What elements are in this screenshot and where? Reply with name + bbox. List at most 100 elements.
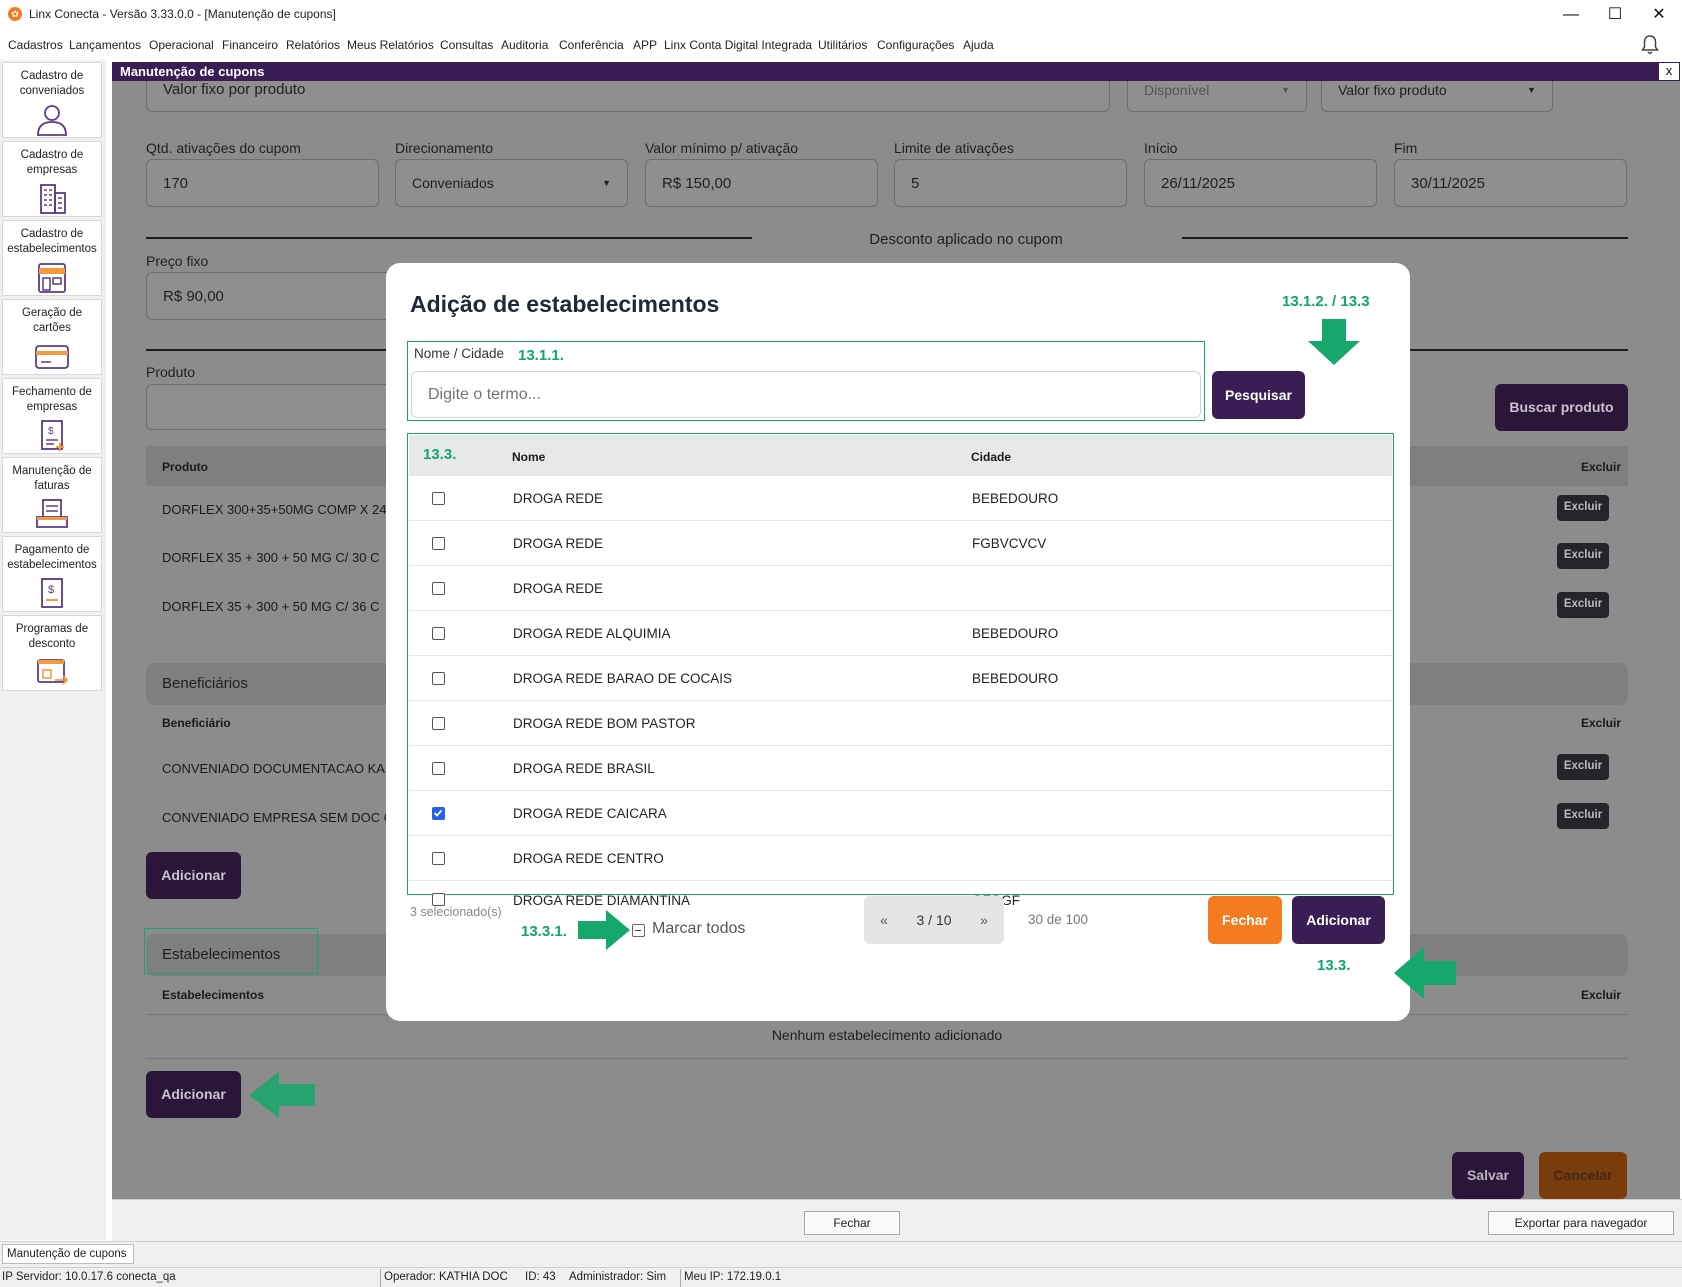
exportar-navegador-button[interactable]: Exportar para navegador bbox=[1488, 1211, 1674, 1235]
fim-label: Fim bbox=[1394, 140, 1418, 156]
empty-estabelecimentos-message: Nenhum estabelecimento adicionado bbox=[771, 1027, 1003, 1043]
menu-financeiro[interactable]: Financeiro bbox=[222, 38, 278, 52]
menu-meus-relatorios[interactable]: Meus Relatórios bbox=[347, 38, 434, 52]
beneficiario-row-name: CONVENIADO DOCUMENTACAO KA bbox=[162, 761, 385, 776]
annotation-label: 13.3. bbox=[1317, 957, 1351, 974]
row-nome: DROGA REDE bbox=[513, 491, 604, 506]
row-checkbox[interactable] bbox=[432, 762, 445, 775]
row-nome: DROGA REDE BARAO DE COCAIS bbox=[513, 671, 733, 686]
delete-product-button[interactable]: Excluir bbox=[1557, 592, 1609, 618]
direcionamento-select[interactable]: Conveniados ▼ bbox=[395, 159, 628, 207]
salvar-button[interactable]: Salvar bbox=[1452, 1152, 1524, 1199]
fechar-window-button[interactable]: Fechar bbox=[804, 1211, 900, 1235]
selected-count: 3 selecionado(s) bbox=[410, 905, 502, 919]
menu-bar: Cadastros Lançamentos Operacional Financ… bbox=[0, 30, 1682, 60]
divider bbox=[1182, 237, 1628, 239]
table-row[interactable]: DROGA REDE BEBEDOURO bbox=[409, 475, 1392, 520]
building-icon bbox=[40, 184, 66, 214]
menu-configuracoes[interactable]: Configurações bbox=[877, 38, 954, 52]
sidebar-item-label: Cadastro de conveniados bbox=[19, 70, 85, 97]
fim-date-field[interactable]: 30/11/2025 bbox=[1394, 159, 1627, 207]
menu-consultas[interactable]: Consultas bbox=[440, 38, 493, 52]
delete-beneficiario-button[interactable]: Excluir bbox=[1557, 754, 1609, 780]
pager-total: 30 de 100 bbox=[1028, 912, 1089, 927]
desconto-section-title: Desconto aplicado no cupom bbox=[869, 231, 1063, 248]
product-row-name: DORFLEX 300+35+50MG COMP X 24 bbox=[162, 502, 387, 517]
discount-type-select[interactable]: Valor fixo produto ▼ bbox=[1321, 81, 1553, 112]
valor-minimo-field[interactable]: R$ 150,00 bbox=[645, 159, 878, 207]
menu-lancamentos[interactable]: Lançamentos bbox=[69, 38, 141, 52]
row-checkbox[interactable] bbox=[432, 672, 445, 685]
table-row[interactable]: DROGA REDE BRASIL bbox=[409, 745, 1392, 790]
row-checkbox[interactable] bbox=[432, 852, 445, 865]
row-checkbox[interactable] bbox=[432, 582, 445, 595]
sidebar-item-programas-desconto[interactable]: Programas de desconto bbox=[2, 615, 102, 691]
table-row[interactable]: DROGA REDE DIAMANTINAGFGGF bbox=[409, 880, 1392, 908]
sidebar-item-fechamento-empresas[interactable]: Fechamento de empresas $ bbox=[2, 378, 102, 454]
limite-field[interactable]: 5 bbox=[894, 159, 1127, 207]
search-input[interactable] bbox=[411, 371, 1201, 418]
status-select[interactable]: Disponível ▼ bbox=[1127, 81, 1307, 112]
sidebar-item-pagamento-estabelecimentos[interactable]: Pagamento de estabelecimentos $ bbox=[2, 536, 102, 612]
row-checkbox[interactable] bbox=[432, 627, 445, 640]
minimize-button[interactable]: — bbox=[1548, 0, 1594, 30]
sidebar-item-geracao-cartoes[interactable]: Geração de cartões bbox=[2, 299, 102, 375]
tab-manutencao-cupons[interactable]: Manutenção de cupons bbox=[2, 1244, 134, 1264]
menu-relatorios[interactable]: Relatórios bbox=[286, 38, 340, 52]
table-row[interactable]: DROGA REDE BOM PASTOR bbox=[409, 700, 1392, 745]
bell-icon[interactable] bbox=[1640, 34, 1660, 56]
pager-next-button[interactable]: » bbox=[964, 896, 1004, 944]
invoice-tray-icon bbox=[36, 499, 68, 528]
sidebar-item-empresas[interactable]: Cadastro de empresas bbox=[2, 141, 102, 217]
menu-cadastros[interactable]: Cadastros bbox=[8, 38, 63, 52]
buscar-produto-button[interactable]: Buscar produto bbox=[1495, 384, 1628, 431]
pesquisar-button[interactable]: Pesquisar bbox=[1212, 371, 1305, 419]
menu-utilitarios[interactable]: Utilitários bbox=[818, 38, 867, 52]
row-checkbox[interactable] bbox=[432, 537, 445, 550]
product-excluir-header: Excluir bbox=[1581, 460, 1622, 474]
menu-conferencia[interactable]: Conferência bbox=[559, 38, 624, 52]
delete-beneficiario-button[interactable]: Excluir bbox=[1557, 803, 1609, 829]
menu-ajuda[interactable]: Ajuda bbox=[963, 38, 994, 52]
delete-product-button[interactable]: Excluir bbox=[1557, 543, 1609, 569]
table-row[interactable]: DROGA REDE CAICARA bbox=[409, 790, 1392, 835]
table-row[interactable]: DROGA REDE bbox=[409, 565, 1392, 610]
inicio-date-field[interactable]: 26/11/2025 bbox=[1144, 159, 1377, 207]
window-tabs: Manutenção de cupons bbox=[0, 1241, 1682, 1267]
qtd-label: Qtd. ativações do cupom bbox=[146, 140, 301, 156]
qtd-field[interactable]: 170 bbox=[146, 159, 379, 207]
table-row[interactable]: DROGA REDE BARAO DE COCAIS BEBEDOURO bbox=[409, 655, 1392, 700]
menu-app[interactable]: APP bbox=[633, 38, 657, 52]
add-estabelecimento-button[interactable]: Adicionar bbox=[146, 1071, 241, 1118]
row-nome: DROGA REDE CAICARA bbox=[513, 806, 667, 821]
maximize-button[interactable]: ☐ bbox=[1592, 0, 1638, 30]
mdi-close-button[interactable]: x bbox=[1658, 62, 1680, 81]
row-checkbox[interactable] bbox=[432, 492, 445, 505]
add-beneficiario-button[interactable]: Adicionar bbox=[146, 852, 241, 899]
coupon-type-field[interactable]: Valor fixo por produto bbox=[146, 81, 1110, 112]
table-row[interactable]: DROGA REDE CENTRO bbox=[409, 835, 1392, 880]
row-nome: DROGA REDE BRASIL bbox=[513, 761, 655, 776]
mark-all-label[interactable]: Marcar todos bbox=[652, 920, 745, 938]
cancelar-button[interactable]: Cancelar bbox=[1539, 1152, 1627, 1199]
menu-operacional[interactable]: Operacional bbox=[149, 38, 214, 52]
store-icon bbox=[38, 263, 66, 293]
left-toolbar: Cadastro de conveniados Cadastro de empr… bbox=[0, 60, 106, 1240]
close-window-button[interactable]: ✕ bbox=[1636, 0, 1682, 30]
table-row[interactable]: DROGA REDE FGBVCVCV bbox=[409, 520, 1392, 565]
fechar-button[interactable]: Fechar bbox=[1208, 896, 1282, 944]
mark-all-checkbox[interactable] bbox=[632, 924, 645, 937]
sidebar-item-manutencao-faturas[interactable]: Manutenção de faturas bbox=[2, 457, 102, 533]
sidebar-item-conveniados[interactable]: Cadastro de conveniados bbox=[2, 62, 102, 138]
row-checkbox[interactable] bbox=[432, 717, 445, 730]
row-checkbox-checked[interactable] bbox=[432, 807, 445, 820]
adicionar-button[interactable]: Adicionar bbox=[1292, 896, 1385, 944]
delete-product-button[interactable]: Excluir bbox=[1557, 495, 1609, 521]
menu-auditoria[interactable]: Auditoria bbox=[501, 38, 548, 52]
row-nome: DROGA REDE ALQUIMIA bbox=[513, 626, 671, 641]
menu-linx-conta-digital[interactable]: Linx Conta Digital Integrada bbox=[664, 38, 812, 52]
svg-text:$: $ bbox=[48, 584, 54, 596]
sidebar-item-estabelecimentos[interactable]: Cadastro de estabelecimentos bbox=[2, 220, 102, 296]
pager-prev-button[interactable]: « bbox=[864, 896, 904, 944]
table-row[interactable]: DROGA REDE ALQUIMIA BEBEDOURO bbox=[409, 610, 1392, 655]
